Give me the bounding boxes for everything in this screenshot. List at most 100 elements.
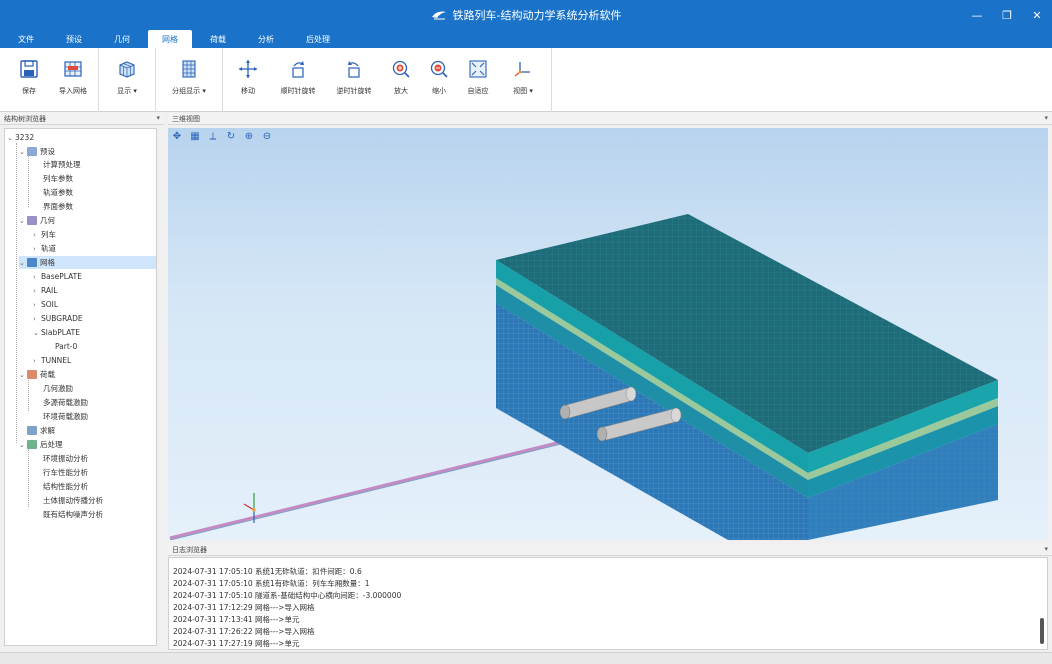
tree-item-tunnel[interactable]: › TUNNEL <box>33 354 71 367</box>
move-button[interactable]: 移动 <box>226 48 270 112</box>
tab-preset[interactable]: 预设 <box>52 30 96 48</box>
group-display-dropdown[interactable]: 分组显示 ▾ <box>159 48 219 112</box>
collapse-icon[interactable]: ⌄ <box>7 134 15 142</box>
tree-item-track-params[interactable]: 轨道参数 <box>43 186 73 199</box>
tree-item-running-performance[interactable]: 行车性能分析 <box>43 466 88 479</box>
expand-icon[interactable]: › <box>33 357 41 365</box>
tree-item-load[interactable]: ⌄ 荷载 <box>19 368 55 381</box>
tree-item-label: BasePLATE <box>41 272 83 281</box>
display-label: 显示 ▾ <box>117 86 137 96</box>
tree-item-label: 网格 <box>40 258 55 267</box>
minimize-button[interactable]: — <box>962 0 992 30</box>
fit-view-button[interactable]: 自适应 <box>458 48 498 112</box>
tree-item-slabplate[interactable]: ⌄ SlabPLATE <box>33 326 80 339</box>
expand-icon[interactable]: › <box>33 245 41 253</box>
expand-icon[interactable]: › <box>33 231 41 239</box>
tree-item-train-params[interactable]: 列车参数 <box>43 172 73 185</box>
tree-item-rail[interactable]: › RAIL <box>33 284 57 297</box>
tree-item-label: 后处理 <box>40 440 63 449</box>
save-label: 保存 <box>22 87 36 95</box>
tree-item-postprocess[interactable]: ⌄ 后处理 <box>19 438 63 451</box>
tree-item-part-0[interactable]: Part-0 <box>55 340 77 353</box>
tree-item-solve[interactable]: 求解 <box>27 424 55 437</box>
tree-item-label: 土体振动传播分析 <box>43 496 103 505</box>
tab-postprocess[interactable]: 后处理 <box>292 30 344 48</box>
mesh-icon <box>27 258 37 267</box>
expand-icon[interactable]: › <box>33 273 41 281</box>
tree-item-precompute[interactable]: 计算预处理 <box>43 158 81 171</box>
view-dropdown[interactable]: 视图 ▾ <box>498 48 548 112</box>
tree-item-track[interactable]: › 轨道 <box>33 242 56 255</box>
tab-file[interactable]: 文件 <box>4 30 48 48</box>
rotate-ccw-button[interactable]: 逆时针旋转 <box>326 48 382 112</box>
ribbon-group-file: 保存 导入网格 <box>4 48 99 112</box>
tree-item-soil-vibration[interactable]: 土体振动传播分析 <box>43 494 103 507</box>
view-panel-title: 三维视图 <box>172 114 200 123</box>
tree-root[interactable]: ⌄ 3232 <box>7 131 34 144</box>
fem-model-scene <box>169 214 998 540</box>
tab-load[interactable]: 荷载 <box>196 30 240 48</box>
tree-item-geometric-excitation[interactable]: 几何激励 <box>43 382 73 395</box>
tree-item-env-excitation[interactable]: 环境荷载激励 <box>43 410 88 423</box>
3d-viewport[interactable]: ✥ ▦ ⟂ ↻ ⊕ ⊖ <box>168 128 1048 540</box>
zoom-out-button[interactable]: 缩小 <box>420 48 458 112</box>
tree-item-structural-performance[interactable]: 结构性能分析 <box>43 480 88 493</box>
tree-item-multi-source-excitation[interactable]: 多源荷载激励 <box>43 396 88 409</box>
collapse-icon[interactable]: ⌄ <box>33 329 41 337</box>
tree-item-subgrade[interactable]: › SUBGRADE <box>33 312 83 325</box>
solve-icon <box>27 426 37 435</box>
tree-item-mesh[interactable]: ⌄ 网格 <box>19 256 156 269</box>
tree-item-geometry[interactable]: ⌄ 几何 <box>19 214 55 227</box>
axes-view-icon <box>514 62 530 77</box>
app-logo-icon <box>431 11 446 20</box>
tree-item-label: 列车参数 <box>43 174 73 183</box>
zoom-out-label: 缩小 <box>432 87 446 95</box>
collapse-icon[interactable]: ⌄ <box>19 441 27 449</box>
tree-root-label: 3232 <box>15 133 35 142</box>
tree-item-env-vibration[interactable]: 环境振动分析 <box>43 452 88 465</box>
load-icon <box>27 370 37 379</box>
tree-item-baseplate[interactable]: › BasePLATE <box>33 270 82 283</box>
log-line: 2024-07-31 17:12:29 网格--->导入网格 <box>173 603 315 612</box>
ribbon-group-display: 显示 ▾ <box>99 48 156 112</box>
tab-mesh[interactable]: 网格 <box>148 30 192 48</box>
display-dropdown[interactable]: 显示 ▾ <box>102 48 152 112</box>
collapse-icon[interactable]: ⌄ <box>19 259 27 267</box>
save-button[interactable]: 保存 <box>7 48 51 112</box>
close-button[interactable]: ✕ <box>1022 0 1052 30</box>
tree-item-structure-noise[interactable]: 既有结构噪声分析 <box>43 508 103 521</box>
log-panel[interactable]: 2024-07-31 17:05:10 系统1无砟轨道：扣件间距：0.6 202… <box>168 557 1048 650</box>
tree-item-preset[interactable]: ⌄ 预设 <box>19 145 55 158</box>
tree-panel-header: 结构树浏览器 ▾ <box>0 113 164 125</box>
expand-icon[interactable]: › <box>33 287 41 295</box>
tree-item-label: 列车 <box>41 230 56 239</box>
rotate-cw-button[interactable]: 顺时针旋转 <box>270 48 326 112</box>
tab-analysis[interactable]: 分析 <box>244 30 288 48</box>
rotate-cw-label: 顺时针旋转 <box>280 87 316 95</box>
tree-item-label: 行车性能分析 <box>43 468 88 477</box>
soil-block <box>496 214 998 540</box>
maximize-button[interactable]: ❐ <box>992 0 1022 30</box>
collapse-icon[interactable]: ⌄ <box>19 217 27 225</box>
tree-item-train[interactable]: › 列车 <box>33 228 56 241</box>
expand-icon[interactable]: › <box>33 315 41 323</box>
import-mesh-button[interactable]: 导入网格 <box>51 48 95 112</box>
tree-item-label: 计算预处理 <box>43 160 81 169</box>
log-panel-pin-icon[interactable]: ▾ <box>1044 545 1048 553</box>
geometry-icon <box>27 216 37 225</box>
tree-item-soil[interactable]: › SOIL <box>33 298 58 311</box>
tab-geometry[interactable]: 几何 <box>100 30 144 48</box>
collapse-icon[interactable]: ⌄ <box>19 371 27 379</box>
zoom-in-button[interactable]: 放大 <box>382 48 420 112</box>
log-scrollbar[interactable] <box>1040 618 1044 644</box>
tree-item-label: 结构性能分析 <box>43 482 88 491</box>
window-title: 铁路列车-结构动力学系统分析软件 <box>452 9 622 22</box>
tree-item-label: 几何 <box>40 216 55 225</box>
collapse-icon[interactable]: ⌄ <box>19 148 27 156</box>
tree-item-label: RAIL <box>41 286 58 295</box>
tree-item-interface-params[interactable]: 界面参数 <box>43 200 73 213</box>
tree-panel-pin-icon[interactable]: ▾ <box>156 114 160 122</box>
view-panel-pin-icon[interactable]: ▾ <box>1044 114 1048 122</box>
expand-icon[interactable]: › <box>33 301 41 309</box>
tree-panel-title: 结构树浏览器 <box>4 114 46 123</box>
